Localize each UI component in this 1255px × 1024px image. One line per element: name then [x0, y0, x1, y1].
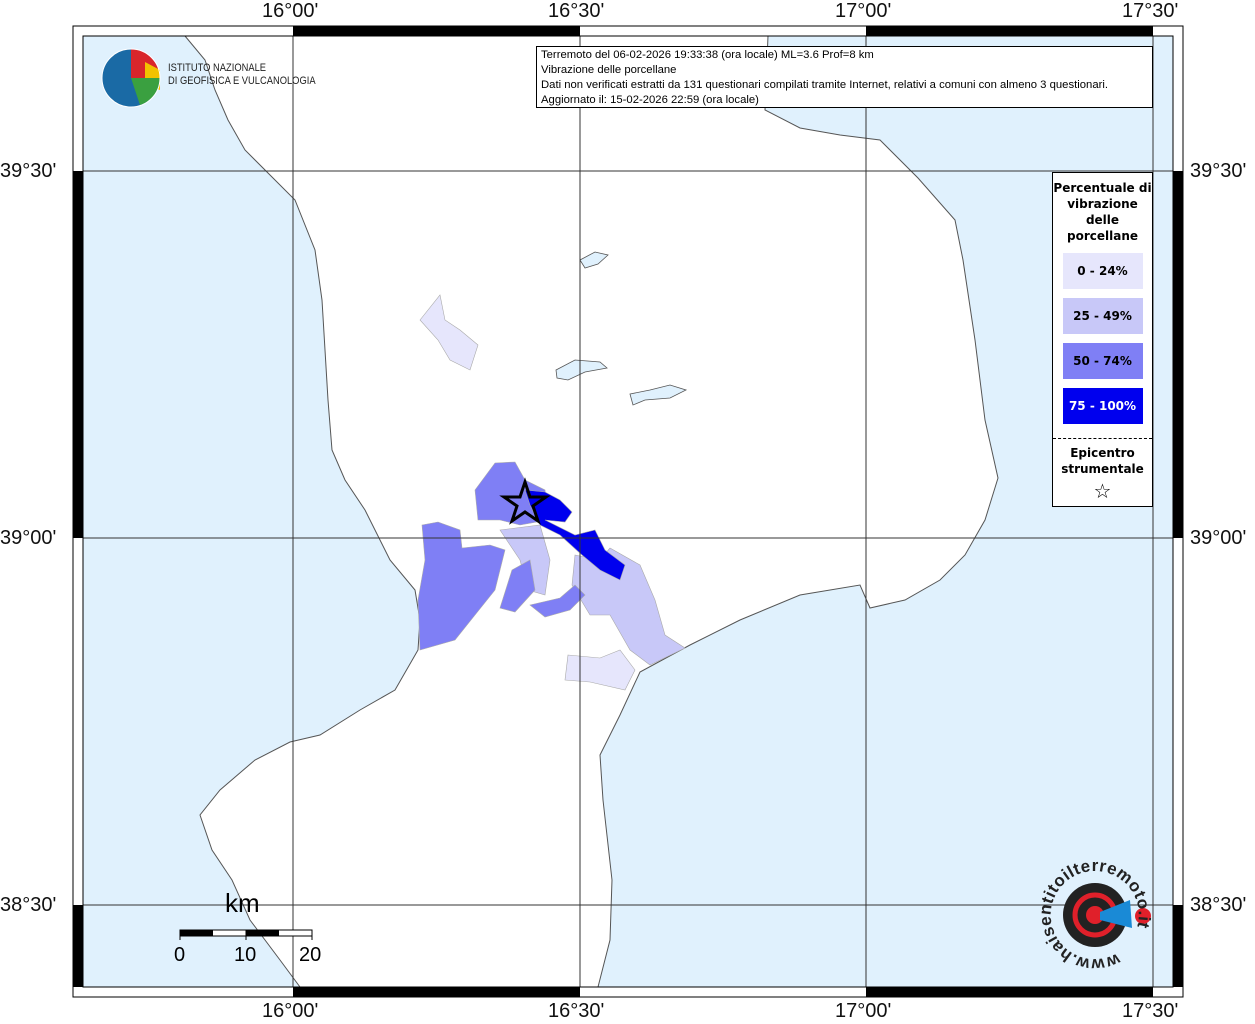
legend-star-icon: ☆: [1093, 479, 1112, 503]
lon-tick-top: 16°30': [548, 0, 605, 22]
ingv-logo-text: ISTITUTO NAZIONALE DI GEOFISICA E VULCAN…: [168, 62, 316, 88]
scale-label: 20: [299, 944, 322, 966]
legend-class-50-74: 50 - 74%: [1062, 343, 1143, 379]
lat-tick-left: 38°30': [0, 894, 57, 916]
event-info-box: Terremoto del 06-02-2026 19:33:38 (ora l…: [536, 46, 1153, 108]
scale-label: 0: [174, 944, 186, 966]
lon-tick-bottom: 16°30': [548, 1000, 605, 1022]
lat-tick-left: 39°00': [0, 527, 57, 549]
legend-class-75-100: 75 - 100%: [1062, 388, 1143, 424]
data-note: Dati non verificati estratti da 131 ques…: [541, 79, 1109, 91]
lat-tick-left: 39°30': [0, 160, 57, 182]
legend-divider: [1053, 438, 1152, 439]
lat-tick-right: 39°00': [1190, 527, 1247, 549]
lon-tick-bottom: 16°00': [262, 1000, 319, 1022]
scale-label: 10: [234, 944, 257, 966]
event-summary: Terremoto del 06-02-2026 19:33:38 (ora l…: [541, 49, 874, 61]
updated-at: Aggiornato il: 15-02-2026 22:59 (ora loc…: [541, 94, 759, 106]
lat-tick-right: 39°30': [1190, 160, 1247, 182]
legend-class-0-24: 0 - 24%: [1062, 253, 1143, 289]
legend-epicenter-label: Epicentro strumentale: [1061, 446, 1144, 476]
legend-title: Percentuale di vibrazione delle porcella…: [1053, 181, 1152, 243]
logo-line: ISTITUTO NAZIONALE: [168, 62, 267, 74]
lon-tick-top: 17°00': [835, 0, 892, 22]
scale-unit: km: [225, 888, 260, 918]
lon-tick-top: 17°30': [1122, 0, 1179, 22]
map-subject: Vibrazione delle porcellane: [541, 64, 677, 76]
lat-tick-right: 38°30': [1190, 894, 1247, 916]
lon-tick-bottom: 17°30': [1122, 1000, 1179, 1022]
map-canvas[interactable]: www.haisentitoilterremoto.it: [0, 0, 1255, 1024]
logo-line: DI GEOFISICA E VULCANOLOGIA: [168, 75, 316, 87]
lon-tick-bottom: 17°00': [835, 1000, 892, 1022]
legend-class-25-49: 25 - 49%: [1062, 298, 1143, 334]
legend: Percentuale di vibrazione delle porcella…: [1052, 172, 1153, 507]
lon-tick-top: 16°00': [262, 0, 319, 22]
ingv-logo-globe-icon: [101, 48, 161, 108]
